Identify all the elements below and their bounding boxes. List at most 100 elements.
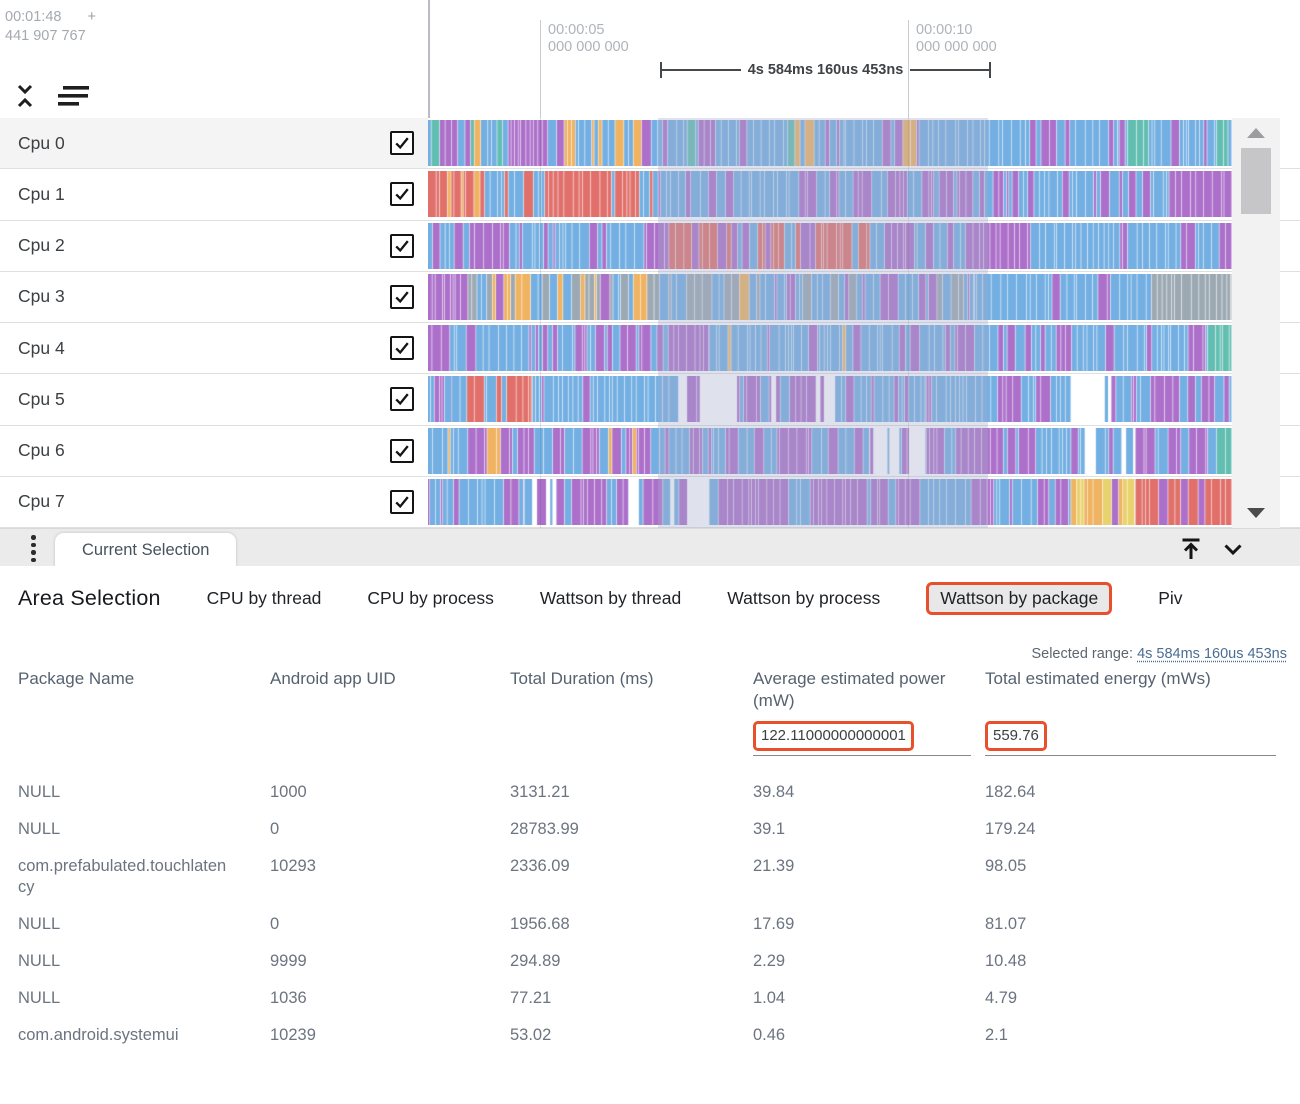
tab-cpu-by-thread[interactable]: CPU by thread <box>207 588 322 609</box>
track-row: Cpu 0 <box>0 118 1300 169</box>
track-label-cpu-7[interactable]: Cpu 7 <box>0 477 428 527</box>
checkbox-checked-icon <box>394 135 410 151</box>
table-cell: 1036 <box>270 980 510 1017</box>
column-header-package-name: Package Name <box>18 668 270 756</box>
track-checkbox[interactable] <box>390 131 414 155</box>
track-label-cpu-4[interactable]: Cpu 4 <box>0 323 428 373</box>
track-checkbox[interactable] <box>390 336 414 360</box>
track-shell-divider <box>428 0 430 118</box>
checkbox-checked-icon <box>394 238 410 254</box>
table-cell: com.prefabulated.touchlatency <box>18 848 236 906</box>
tab-wattson-by-thread[interactable]: Wattson by thread <box>540 588 681 609</box>
column-header-total-duration: Total Duration (ms) <box>510 668 753 756</box>
details-panel: Area Selection CPU by threadCPU by proce… <box>0 566 1300 1104</box>
track-checkbox[interactable] <box>390 285 414 309</box>
tracks-scrollbar[interactable] <box>1232 118 1280 528</box>
track-label-cpu-1[interactable]: Cpu 1 <box>0 169 428 219</box>
ruler-tick-label: 00:00:05000 000 000 <box>548 22 629 56</box>
table-cell: NULL <box>18 943 236 980</box>
summary-total-energy: 559.76 <box>985 721 1047 751</box>
table-cell: NULL <box>18 906 236 943</box>
area-selection-overlay[interactable] <box>658 118 988 528</box>
track-name: Cpu 5 <box>18 389 390 410</box>
track-checkbox[interactable] <box>390 439 414 463</box>
track-row: Cpu 1 <box>0 169 1300 220</box>
vertical-align-top-icon[interactable] <box>1176 534 1206 564</box>
table-cell: 17.69 <box>753 906 985 943</box>
table-cell: 28783.99 <box>510 811 753 848</box>
table-cell: 0.46 <box>753 1017 985 1054</box>
tab-current-selection[interactable]: Current Selection <box>55 533 236 567</box>
table-cell: 53.02 <box>510 1017 753 1054</box>
column-header-android-app-uid: Android app UID <box>270 668 510 756</box>
cpu-tracks: Cpu 0 Cpu 1 Cpu 2 Cpu 3 Cpu 4 Cpu 5 Cpu 6Cpu 7 <box>0 118 1300 528</box>
timeline-ruler: 00:01:48+ 441 907 767 00:00:05000 000 00… <box>0 0 1300 118</box>
track-row: Cpu 5 <box>0 374 1300 425</box>
checkbox-checked-icon <box>394 289 410 305</box>
table-cell: 10293 <box>270 848 510 885</box>
unfold-less-icon[interactable] <box>12 82 38 109</box>
table-header: Package Name Android app UID Total Durat… <box>18 668 1290 756</box>
table-cell: 0 <box>270 811 510 848</box>
table-cell: 77.21 <box>510 980 753 1017</box>
kebab-dots-icon[interactable] <box>27 535 40 562</box>
table-cell: 1.04 <box>753 980 985 1017</box>
track-row: Cpu 6 <box>0 426 1300 477</box>
track-checkbox[interactable] <box>390 387 414 411</box>
table-cell: 2.1 <box>985 1017 1290 1054</box>
origin-plus: + <box>87 8 95 27</box>
chevron-down-icon[interactable] <box>1218 534 1248 564</box>
tab-wattson-by-package[interactable]: Wattson by package <box>926 582 1112 615</box>
table-cell: NULL <box>18 774 236 811</box>
summary-average-power: 122.11000000000001 <box>753 721 914 751</box>
selected-range-value[interactable]: 4s 584ms 160us 453ns <box>1137 646 1287 662</box>
ruler-gridline <box>540 118 541 528</box>
track-label-cpu-6[interactable]: Cpu 6 <box>0 426 428 476</box>
scroll-up-arrow-icon[interactable] <box>1247 128 1265 138</box>
table-cell: 182.64 <box>985 774 1290 811</box>
track-label-cpu-5[interactable]: Cpu 5 <box>0 374 428 424</box>
ruler-tick: 00:00:05000 000 000 <box>540 20 541 118</box>
area-selection-tabs: Area Selection CPU by threadCPU by proce… <box>18 582 1300 615</box>
track-row: Cpu 4 <box>0 323 1300 374</box>
track-checkbox[interactable] <box>390 182 414 206</box>
table-cell: NULL <box>18 811 236 848</box>
scrollbar-thumb[interactable] <box>1241 148 1271 214</box>
track-row: Cpu 2 <box>0 221 1300 272</box>
table-cell: 294.89 <box>510 943 753 980</box>
table-cell: 39.84 <box>753 774 985 811</box>
table-cell: 4.79 <box>985 980 1290 1017</box>
checkbox-checked-icon <box>394 340 410 356</box>
track-name: Cpu 2 <box>18 235 390 256</box>
selection-span-label: 4s 584ms 160us 453ns <box>741 62 911 78</box>
track-checkbox[interactable] <box>390 490 414 514</box>
track-label-cpu-2[interactable]: Cpu 2 <box>0 221 428 271</box>
menu-lines-icon[interactable] <box>54 84 92 108</box>
table-cell: com.android.systemui <box>18 1017 236 1054</box>
track-label-cpu-0[interactable]: Cpu 0 <box>0 118 428 168</box>
tab-wattson-by-process[interactable]: Wattson by process <box>727 588 880 609</box>
details-tabbar: Current Selection <box>0 528 1300 566</box>
checkbox-checked-icon <box>394 186 410 202</box>
selection-span-bracket: 4s 584ms 160us 453ns <box>660 62 991 78</box>
table-cell: 9999 <box>270 943 510 980</box>
track-name: Cpu 1 <box>18 184 390 205</box>
tab-piv[interactable]: Piv <box>1158 588 1182 609</box>
column-header-total-estimated-energy: Total estimated energy (mWs) 559.76 <box>985 668 1276 756</box>
column-header-average-estimated-power: Average estimated power (mW) 122.1100000… <box>753 668 971 756</box>
table-rows: NULL10003131.2139.84182.64NULL028783.993… <box>18 774 1290 1054</box>
track-label-cpu-3[interactable]: Cpu 3 <box>0 272 428 322</box>
track-row: Cpu 3 <box>0 272 1300 323</box>
ruler-tick-label: 00:00:10000 000 000 <box>916 22 997 56</box>
scroll-down-arrow-icon[interactable] <box>1247 508 1265 518</box>
track-row: Cpu 7 <box>0 477 1300 528</box>
tab-cpu-by-process[interactable]: CPU by process <box>367 588 493 609</box>
track-checkbox[interactable] <box>390 234 414 258</box>
track-name: Cpu 0 <box>18 133 390 154</box>
track-name: Cpu 3 <box>18 286 390 307</box>
table-cell: 39.1 <box>753 811 985 848</box>
table-cell: 98.05 <box>985 848 1290 885</box>
origin-time: 00:01:48 <box>5 9 61 25</box>
table-cell: 179.24 <box>985 811 1290 848</box>
checkbox-checked-icon <box>394 494 410 510</box>
